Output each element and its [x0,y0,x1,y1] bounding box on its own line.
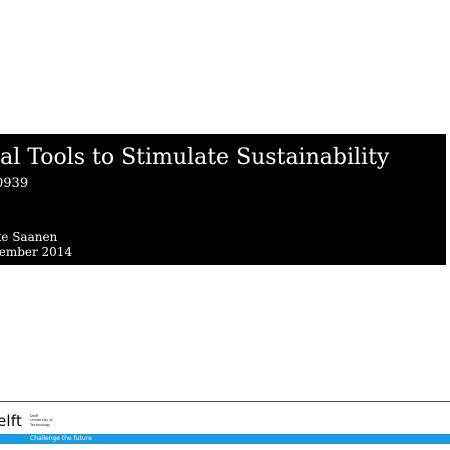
author-name: ke Saanen [0,230,58,244]
logo-subtext: Delft University of Technology [30,414,53,427]
logo-wordmark: elft [0,412,23,430]
presentation-date: cember 2014 [0,245,73,259]
tagline-text: Challenge the future [30,435,92,442]
tagline-bar: Challenge the future [0,434,450,444]
slide-title: gal Tools to Stimulate Sustainability [0,145,390,170]
presentation-slide: gal Tools to Stimulate Sustainability 09… [0,0,450,450]
footer-divider [0,401,450,402]
university-logo: elft Delft University of Technology [0,411,80,431]
title-band: gal Tools to Stimulate Sustainability 09… [0,134,446,265]
course-code: 0939 [0,176,29,191]
